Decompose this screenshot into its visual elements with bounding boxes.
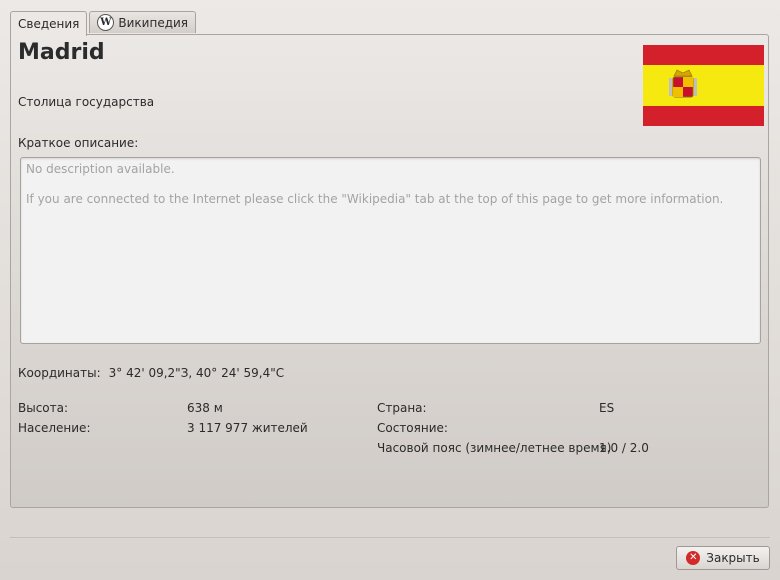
coordinates-label: Координаты: <box>18 366 101 380</box>
tab-info[interactable]: Сведения <box>10 11 88 36</box>
separator <box>10 537 770 538</box>
timezone-value: 1.0 / 2.0 <box>599 441 649 455</box>
tab-bar: Сведения W Википедия <box>10 11 197 36</box>
country-value: ES <box>599 401 615 415</box>
city-type: Столица государства <box>18 95 155 109</box>
country-label: Страна: <box>377 401 427 415</box>
population-value: 3 117 977 жителей <box>187 421 308 435</box>
spain-flag <box>643 45 764 126</box>
elevation-value: 638 м <box>187 401 223 415</box>
coordinates-value: 3° 42' 09,2"З, 40° 24' 59,4"С <box>108 366 285 380</box>
description-box[interactable]: No description available. If you are con… <box>20 157 761 344</box>
close-button[interactable]: ✕ Закрыть <box>676 546 770 570</box>
elevation-label: Высота: <box>18 401 69 415</box>
tab-wikipedia-label: Википедия <box>118 15 189 30</box>
description-line: No description available. <box>26 162 175 176</box>
close-icon: ✕ <box>686 551 701 565</box>
coordinates: Координаты: 3° 42' 09,2"З, 40° 24' 59,4"С <box>18 366 284 380</box>
population-label: Население: <box>18 421 91 435</box>
description-label: Краткое описание: <box>18 136 139 150</box>
timezone-label: Часовой пояс (зимнее/летнее время) <box>377 441 612 455</box>
info-panel: Madrid Столица государства Краткое описа… <box>10 34 769 508</box>
state-label: Состояние: <box>377 421 448 435</box>
tab-info-label: Сведения <box>18 17 80 31</box>
city-name: Madrid <box>18 40 105 65</box>
close-button-label: Закрыть <box>706 551 760 565</box>
wikipedia-icon: W <box>97 14 115 31</box>
description-line: If you are connected to the Internet ple… <box>26 192 724 206</box>
tab-wikipedia[interactable]: W Википедия <box>89 11 197 33</box>
